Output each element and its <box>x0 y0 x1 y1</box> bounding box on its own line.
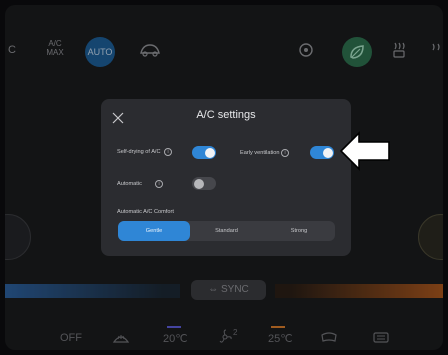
early-ventilation-label: Early ventilation <box>240 150 280 156</box>
comfort-option-standard[interactable]: Standard <box>190 221 263 241</box>
self-drying-toggle[interactable] <box>192 146 216 159</box>
self-drying-label: Self-drying of A/C <box>117 149 161 155</box>
automatic-label: Automatic <box>117 181 142 187</box>
early-ventilation-toggle[interactable] <box>310 146 334 159</box>
toggle-knob <box>204 147 215 158</box>
comfort-label: Automatic A/C Comfort <box>117 209 174 215</box>
annotation-arrow <box>339 131 393 171</box>
info-icon[interactable]: i <box>155 180 163 188</box>
dialog-title: A/C settings <box>196 109 256 121</box>
comfort-option-gentle[interactable]: Gentle <box>118 221 190 241</box>
toggle-knob <box>193 178 204 189</box>
info-icon[interactable]: i <box>164 148 172 156</box>
automatic-toggle[interactable] <box>192 177 216 190</box>
ac-settings-dialog: A/C settings Self-drying of A/C i Early … <box>101 99 351 256</box>
toggle-knob <box>322 147 333 158</box>
info-icon[interactable]: i <box>281 149 289 157</box>
comfort-segmented-control: Gentle Standard Strong <box>118 221 335 241</box>
comfort-option-strong[interactable]: Strong <box>263 221 335 241</box>
